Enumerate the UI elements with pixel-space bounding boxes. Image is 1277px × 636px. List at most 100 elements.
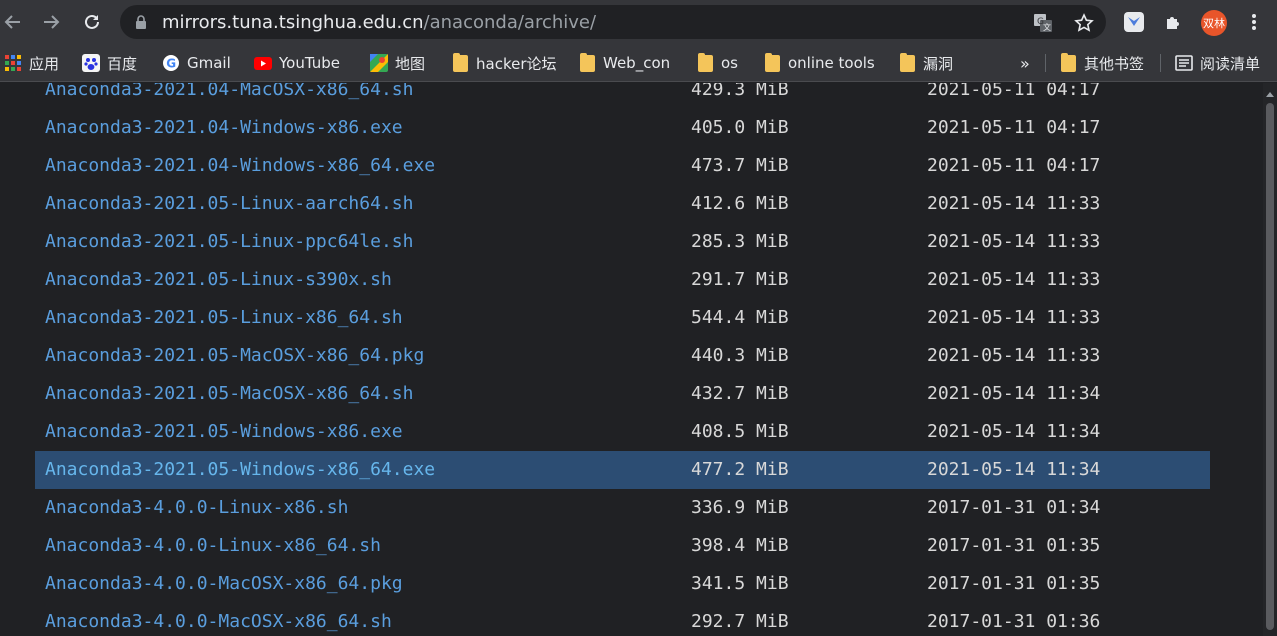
- google-icon: G: [162, 54, 180, 72]
- vertical-scrollbar[interactable]: [1263, 83, 1277, 636]
- file-date: 2017-01-31 01:34: [927, 497, 1101, 518]
- folder-icon: [696, 52, 714, 72]
- maps-icon: [370, 54, 388, 72]
- bookmark-folder-hacker[interactable]: hacker论坛: [451, 52, 557, 74]
- file-size: 432.7 MiB: [691, 383, 789, 404]
- file-row: Anaconda3-4.0.0-Linux-x86.sh 336.9 MiB 2…: [35, 489, 1210, 527]
- forward-button[interactable]: [38, 9, 64, 35]
- folder-icon: [763, 52, 781, 72]
- folder-icon: [898, 52, 916, 72]
- file-size: 408.5 MiB: [691, 421, 789, 442]
- file-size: 412.6 MiB: [691, 193, 789, 214]
- bookmarks-bar: 应用 百度 G Gmail YouTube 地图 hacker论坛 Web_co…: [0, 44, 1277, 82]
- file-link[interactable]: Anaconda3-2021.05-Windows-x86.exe: [45, 421, 403, 442]
- bookmark-maps[interactable]: 地图: [370, 52, 425, 74]
- file-row: Anaconda3-2021.05-Windows-x86.exe 408.5 …: [35, 413, 1210, 451]
- svg-text:文: 文: [1043, 22, 1051, 32]
- file-size: 544.4 MiB: [691, 307, 789, 328]
- file-size: 473.7 MiB: [691, 155, 789, 176]
- bookmark-gmail[interactable]: G Gmail: [162, 52, 231, 74]
- menu-icon[interactable]: [1242, 10, 1266, 34]
- file-date: 2021-05-14 11:34: [927, 459, 1101, 480]
- file-link[interactable]: Anaconda3-4.0.0-MacOSX-x86_64.sh: [45, 611, 392, 632]
- file-link[interactable]: Anaconda3-2021.04-Windows-x86.exe: [45, 117, 403, 138]
- file-date: 2021-05-14 11:34: [927, 421, 1101, 442]
- browser-toolbar: mirrors.tuna.tsinghua.edu.cn/anaconda/ar…: [0, 0, 1277, 44]
- bookmark-label: os: [721, 54, 738, 72]
- file-link[interactable]: Anaconda3-2021.05-MacOSX-x86_64.pkg: [45, 345, 424, 366]
- file-date: 2021-05-11 04:17: [927, 117, 1101, 138]
- file-size: 398.4 MiB: [691, 535, 789, 556]
- bookmark-label: 其他书签: [1084, 54, 1145, 73]
- file-link[interactable]: Anaconda3-2021.05-MacOSX-x86_64.sh: [45, 383, 413, 404]
- file-size: 429.3 MiB: [691, 83, 789, 100]
- translate-icon[interactable]: G文: [1033, 13, 1053, 33]
- file-row: Anaconda3-2021.05-Linux-x86_64.sh 544.4 …: [35, 299, 1210, 337]
- scroll-up-arrow-icon[interactable]: [1266, 92, 1274, 97]
- file-link[interactable]: Anaconda3-2021.05-Linux-ppc64le.sh: [45, 231, 413, 252]
- file-date: 2021-05-11 04:17: [927, 83, 1101, 100]
- file-size: 291.7 MiB: [691, 269, 789, 290]
- file-row: Anaconda3-4.0.0-Linux-x86_64.sh 398.4 Mi…: [35, 527, 1210, 565]
- file-link[interactable]: Anaconda3-2021.04-MacOSX-x86_64.sh: [45, 83, 413, 100]
- bookmark-youtube[interactable]: YouTube: [254, 52, 340, 74]
- reload-button[interactable]: [79, 9, 105, 35]
- file-link[interactable]: Anaconda3-4.0.0-Linux-x86.sh: [45, 497, 348, 518]
- folder-icon: [1059, 52, 1077, 72]
- bookmark-folder-os[interactable]: os: [696, 52, 738, 74]
- bookmark-folder-online-tools[interactable]: online tools: [763, 52, 875, 74]
- lock-icon[interactable]: [135, 15, 147, 30]
- bookmark-label: 地图: [395, 54, 426, 73]
- file-link[interactable]: Anaconda3-2021.04-Windows-x86_64.exe: [45, 155, 435, 176]
- scroll-thumb[interactable]: [1266, 103, 1274, 630]
- file-row: Anaconda3-2021.04-Windows-x86_64.exe 473…: [35, 147, 1210, 185]
- bookmark-label: online tools: [788, 54, 875, 72]
- file-date: 2021-05-14 11:33: [927, 231, 1101, 252]
- bookmark-folder-web-con[interactable]: Web_con: [578, 52, 670, 74]
- file-link[interactable]: Anaconda3-4.0.0-MacOSX-x86_64.pkg: [45, 573, 403, 594]
- profile-avatar[interactable]: 双林: [1201, 10, 1227, 36]
- file-link[interactable]: Anaconda3-2021.05-Windows-x86_64.exe: [45, 459, 435, 480]
- file-date: 2017-01-31 01:35: [927, 573, 1101, 594]
- reading-list-icon: [1175, 54, 1193, 72]
- url-path: /anaconda/archive/: [423, 12, 597, 33]
- bookmark-apps[interactable]: 应用: [4, 52, 59, 74]
- bookmark-label: 应用: [29, 54, 60, 73]
- bookmarks-divider: [1160, 54, 1161, 72]
- url-host: mirrors.tuna.tsinghua.edu.cn: [162, 12, 424, 33]
- file-date: 2017-01-31 01:36: [927, 611, 1101, 632]
- bookmark-baidu[interactable]: 百度: [82, 52, 137, 74]
- puzzle-icon[interactable]: [1162, 10, 1186, 34]
- folder-icon: [578, 52, 596, 72]
- file-listing: Anaconda3-2021.04-MacOSX-x86_64.sh 429.3…: [0, 83, 1277, 636]
- file-row: Anaconda3-2021.05-Linux-ppc64le.sh 285.3…: [35, 223, 1210, 261]
- file-row: Anaconda3-4.0.0-MacOSX-x86_64.pkg 341.5 …: [35, 565, 1210, 603]
- file-link[interactable]: Anaconda3-2021.05-Linux-x86_64.sh: [45, 307, 403, 328]
- folder-icon: [451, 52, 469, 72]
- bookmark-other[interactable]: 其他书签: [1059, 52, 1144, 74]
- file-date: 2021-05-11 04:17: [927, 155, 1101, 176]
- file-size: 405.0 MiB: [691, 117, 789, 138]
- back-button[interactable]: [0, 9, 26, 35]
- file-size: 341.5 MiB: [691, 573, 789, 594]
- reading-list-button[interactable]: 阅读清单: [1175, 52, 1260, 74]
- star-icon[interactable]: [1074, 13, 1094, 33]
- bookmark-label: 漏洞: [923, 54, 954, 73]
- file-size: 285.3 MiB: [691, 231, 789, 252]
- bookmarks-overflow-button[interactable]: »: [1020, 54, 1030, 73]
- address-bar[interactable]: mirrors.tuna.tsinghua.edu.cn/anaconda/ar…: [120, 5, 1106, 39]
- youtube-icon: [254, 54, 272, 72]
- file-row: Anaconda3-2021.05-MacOSX-x86_64.sh 432.7…: [35, 375, 1210, 413]
- file-date: 2021-05-14 11:34: [927, 383, 1101, 404]
- file-link[interactable]: Anaconda3-2021.05-Linux-s390x.sh: [45, 269, 392, 290]
- forward-icon: [44, 15, 60, 29]
- file-link[interactable]: Anaconda3-4.0.0-Linux-x86_64.sh: [45, 535, 381, 556]
- file-date: 2021-05-14 11:33: [927, 345, 1101, 366]
- url-text[interactable]: mirrors.tuna.tsinghua.edu.cn/anaconda/ar…: [162, 12, 596, 33]
- extension-icon[interactable]: [1122, 10, 1146, 34]
- bookmark-folder-vuln[interactable]: 漏洞: [898, 52, 953, 74]
- file-row: Anaconda3-2021.05-Linux-aarch64.sh 412.6…: [35, 185, 1210, 223]
- apps-grid-icon: [4, 54, 22, 72]
- file-row: Anaconda3-2021.05-MacOSX-x86_64.pkg 440.…: [35, 337, 1210, 375]
- file-link[interactable]: Anaconda3-2021.05-Linux-aarch64.sh: [45, 193, 413, 214]
